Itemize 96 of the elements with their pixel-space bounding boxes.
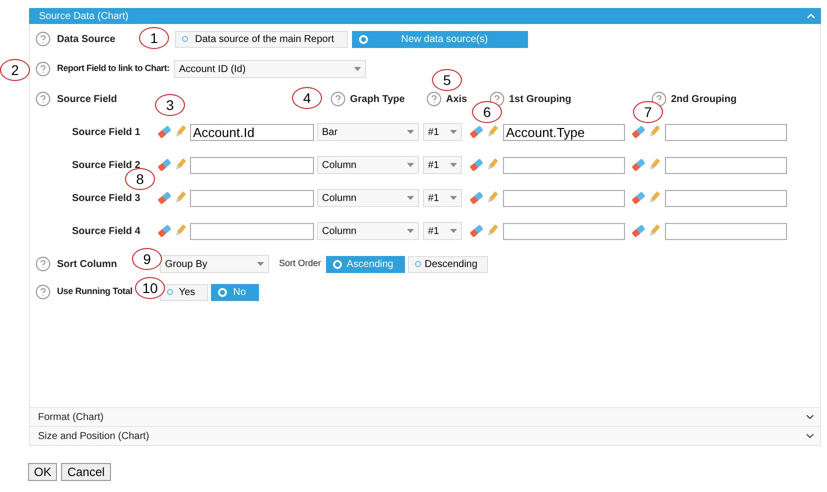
- callout-number: 1: [139, 27, 169, 49]
- report-field-select[interactable]: Account ID (Id): [174, 60, 366, 78]
- eraser-icon[interactable]: [157, 158, 172, 172]
- callout-number: 10: [135, 277, 165, 299]
- eraser-icon[interactable]: [469, 125, 484, 139]
- section-header[interactable]: Size and Position (Chart): [29, 426, 821, 446]
- callout-number: 9: [132, 248, 162, 270]
- pencil-icon[interactable]: [174, 158, 186, 172]
- text-field[interactable]: [665, 156, 787, 174]
- field-label: Sort Column: [57, 258, 117, 272]
- dialog-button[interactable]: Cancel: [61, 463, 111, 481]
- graph-type-select[interactable]: Column: [317, 189, 419, 207]
- column-header: Source Field: [57, 92, 118, 106]
- row-label: Source Field 3: [72, 192, 142, 206]
- radio-option[interactable]: Data source of the main Report: [175, 30, 348, 48]
- pencil-icon[interactable]: [174, 191, 186, 205]
- dialog-button[interactable]: OK: [28, 463, 58, 481]
- callout-number: 8: [125, 168, 155, 190]
- pencil-icon[interactable]: [486, 158, 498, 172]
- eraser-icon[interactable]: [469, 191, 484, 205]
- radio-option[interactable]: Yes: [160, 284, 208, 300]
- pencil-icon[interactable]: [486, 191, 498, 205]
- eraser-icon[interactable]: [469, 158, 484, 172]
- graph-type-select[interactable]: Bar: [317, 123, 419, 141]
- caret-icon[interactable]: [257, 262, 264, 266]
- pencil-icon[interactable]: [174, 224, 186, 238]
- axis-select[interactable]: #1: [423, 156, 462, 174]
- caret-icon[interactable]: [450, 196, 457, 200]
- callout-number: 6: [472, 101, 502, 123]
- row-label: Source Field 1: [72, 126, 142, 140]
- caret-icon[interactable]: [450, 229, 457, 233]
- pencil-icon[interactable]: [486, 224, 498, 238]
- eraser-icon[interactable]: [631, 125, 646, 139]
- text-field[interactable]: [503, 156, 625, 174]
- text-field[interactable]: [665, 222, 787, 240]
- field-label: Use Running Total: [57, 285, 132, 298]
- pencil-icon[interactable]: [648, 125, 660, 139]
- eraser-icon[interactable]: [469, 224, 484, 238]
- help-icon[interactable]: [489, 91, 505, 107]
- eraser-icon[interactable]: [631, 224, 646, 238]
- field-label: Data Source: [57, 32, 116, 46]
- caret-icon[interactable]: [450, 163, 457, 167]
- caret-icon[interactable]: [407, 229, 414, 233]
- help-icon[interactable]: [426, 91, 442, 107]
- callout-number: 3: [155, 94, 185, 116]
- help-icon[interactable]: [35, 284, 51, 300]
- axis-select[interactable]: #1: [423, 189, 462, 207]
- panel-title: Source Data (Chart): [39, 10, 128, 24]
- pencil-icon[interactable]: [648, 158, 660, 172]
- axis-select[interactable]: #1: [423, 123, 462, 141]
- section-header[interactable]: Format (Chart): [29, 407, 821, 427]
- graph-type-select[interactable]: Column: [317, 156, 419, 174]
- pencil-icon[interactable]: [174, 125, 186, 139]
- column-header: Graph Type: [350, 92, 405, 106]
- callout-number: 2: [0, 59, 30, 81]
- field-label: Sort Order: [279, 257, 322, 270]
- eraser-icon[interactable]: [157, 191, 172, 205]
- text-field[interactable]: [665, 124, 787, 140]
- column-header: 1st Grouping: [509, 92, 572, 106]
- caret-icon[interactable]: [450, 130, 457, 134]
- callout-number: 4: [292, 87, 322, 109]
- pencil-icon[interactable]: [648, 224, 660, 238]
- caret-icon[interactable]: [407, 163, 414, 167]
- text-field[interactable]: [190, 222, 314, 240]
- column-header: Axis: [446, 92, 468, 106]
- callout-number: 7: [633, 101, 663, 123]
- graph-type-select[interactable]: Column: [317, 222, 419, 240]
- help-icon[interactable]: [651, 91, 667, 107]
- help-icon[interactable]: [35, 91, 51, 107]
- field-label: Report Field to link to Chart:: [57, 62, 170, 76]
- help-icon[interactable]: [35, 61, 51, 77]
- text-field[interactable]: [503, 222, 625, 240]
- text-field[interactable]: [665, 190, 787, 206]
- radio-option[interactable]: Descending: [408, 256, 488, 272]
- eraser-icon[interactable]: [631, 191, 646, 205]
- column-header: 2nd Grouping: [671, 92, 737, 106]
- caret-icon[interactable]: [354, 67, 361, 71]
- text-field[interactable]: [190, 190, 314, 206]
- text-field[interactable]: [190, 156, 314, 174]
- text-field[interactable]: Account.Type: [503, 124, 625, 140]
- row-label: Source Field 4: [72, 224, 142, 238]
- caret-icon[interactable]: [407, 196, 414, 200]
- help-icon[interactable]: [330, 91, 346, 107]
- help-icon[interactable]: [35, 31, 51, 47]
- text-field[interactable]: Account.Id: [190, 124, 314, 140]
- sort-column-select[interactable]: Group By: [160, 255, 269, 273]
- text-field[interactable]: [503, 190, 625, 206]
- pencil-icon[interactable]: [648, 191, 660, 205]
- eraser-icon[interactable]: [631, 158, 646, 172]
- pencil-icon[interactable]: [486, 125, 498, 139]
- eraser-icon[interactable]: [157, 125, 172, 139]
- help-icon[interactable]: [35, 256, 51, 272]
- callout-number: 5: [432, 69, 462, 91]
- eraser-icon[interactable]: [157, 224, 172, 238]
- axis-select[interactable]: #1: [423, 222, 462, 240]
- caret-icon[interactable]: [407, 130, 414, 134]
